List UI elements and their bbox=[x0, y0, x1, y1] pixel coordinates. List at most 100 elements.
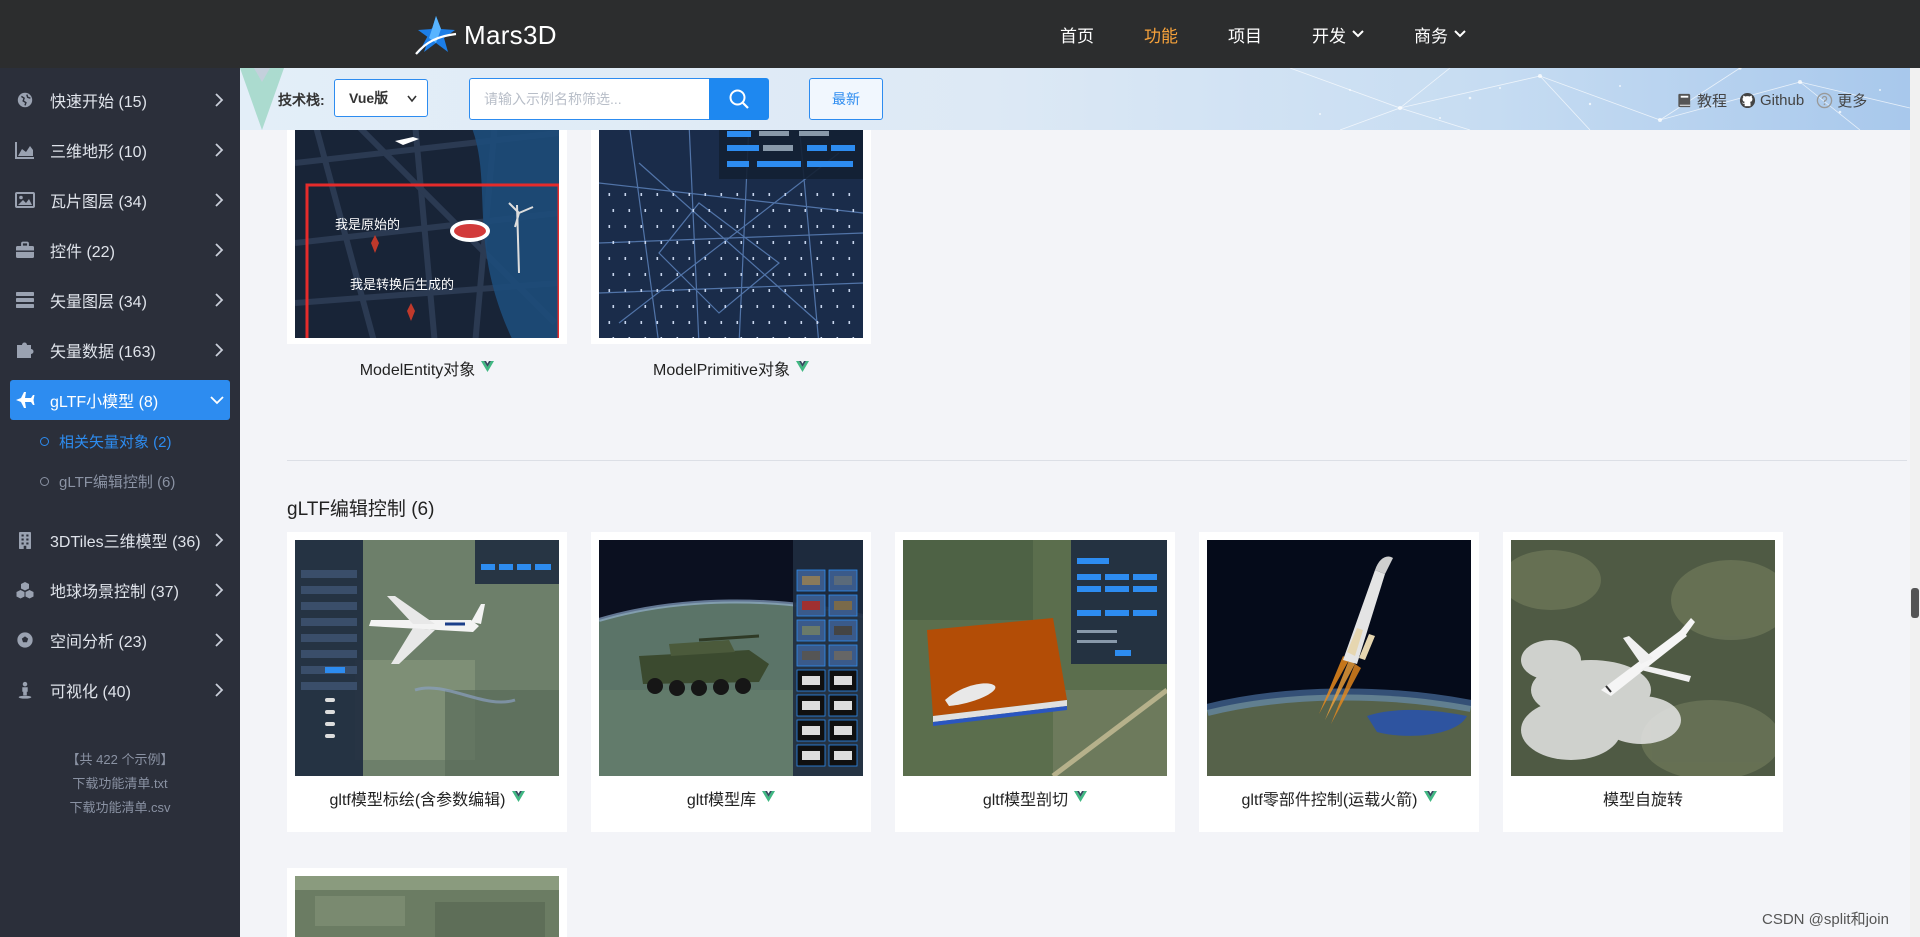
caption-text: gltf模型剖切 bbox=[982, 792, 1069, 809]
example-caption: 模型自旋转 bbox=[1503, 786, 1783, 810]
sidebar-subitem-gltf-edit-control[interactable]: gLTF编辑控制 (6) bbox=[40, 466, 175, 496]
nav-label: 开发 bbox=[1312, 26, 1346, 46]
street-view-icon bbox=[18, 681, 32, 699]
chevron-right-icon bbox=[215, 633, 224, 647]
sidebar-item-controls[interactable]: 控件 (22) bbox=[10, 230, 230, 270]
gltf-clipping-preview bbox=[903, 540, 1167, 776]
tech-stack-label: 技术栈: bbox=[278, 92, 325, 108]
soccer-ball-icon bbox=[17, 632, 33, 648]
example-thumbnail bbox=[295, 876, 559, 937]
scrollbar-thumb[interactable] bbox=[1911, 588, 1919, 618]
chevron-right-icon bbox=[215, 243, 224, 257]
scrollbar-track[interactable] bbox=[1910, 68, 1920, 937]
gltf-rocket-preview bbox=[1207, 540, 1471, 776]
example-card-gltf-plot[interactable]: gltf模型标绘(含参数编辑) bbox=[287, 532, 567, 832]
nav-home[interactable]: 首页 bbox=[1060, 22, 1094, 47]
help-circle-icon bbox=[1816, 92, 1833, 109]
chevron-down-icon bbox=[407, 95, 417, 103]
nav-business[interactable]: 商务 bbox=[1414, 22, 1466, 47]
nav-features[interactable]: 功能 bbox=[1144, 22, 1178, 47]
vue-badge-icon bbox=[481, 360, 495, 372]
sidebar-item-label: 矢量数据 (163) bbox=[50, 344, 156, 361]
watermark: CSDN @split和join bbox=[1762, 911, 1889, 928]
brand-logo[interactable]: Mars3D bbox=[412, 14, 557, 56]
nav-projects[interactable]: 项目 bbox=[1228, 22, 1262, 47]
vue-badge-icon bbox=[511, 790, 525, 802]
chevron-right-icon bbox=[215, 143, 224, 157]
sidebar-item-label: 可视化 (40) bbox=[50, 684, 131, 701]
tutorial-link[interactable]: 教程 bbox=[1676, 90, 1727, 111]
model-primitive-preview bbox=[599, 130, 863, 338]
vue-badge-icon bbox=[1423, 790, 1437, 802]
download-txt-link[interactable]: 下载功能清单.txt bbox=[0, 772, 240, 796]
chevron-right-icon bbox=[215, 343, 224, 357]
example-thumbnail: 我是原始的 我是转换后生成的 bbox=[295, 130, 559, 338]
sidebar-item-quick-start[interactable]: 快速开始 (15) bbox=[10, 80, 230, 120]
examples-content: 我是原始的 我是转换后生成的 ModelEntity对象 ModelPrimit… bbox=[240, 130, 1910, 937]
gltf-plot-preview bbox=[295, 540, 559, 776]
vue-badge-icon bbox=[795, 360, 809, 372]
sidebar-item-scene-control[interactable]: 地球场景控制 (37) bbox=[10, 570, 230, 610]
bullet-icon bbox=[40, 476, 49, 486]
overlay-text-original: 我是原始的 bbox=[335, 217, 400, 233]
example-thumbnail bbox=[1207, 540, 1471, 776]
caption-text: gltf模型标绘(含参数编辑) bbox=[329, 792, 506, 809]
download-csv-link[interactable]: 下载功能清单.csv bbox=[0, 796, 240, 820]
section-title: gLTF编辑控制 (6) bbox=[287, 499, 435, 520]
link-label: Github bbox=[1760, 92, 1805, 109]
github-link[interactable]: Github bbox=[1739, 92, 1804, 109]
example-caption: ModelEntity对象 bbox=[287, 356, 567, 380]
nav-develop[interactable]: 开发 bbox=[1312, 22, 1364, 47]
example-thumbnail bbox=[1511, 540, 1775, 776]
sidebar-item-tile-layers[interactable]: 瓦片图层 (34) bbox=[10, 180, 230, 220]
newest-button[interactable]: 最新 bbox=[809, 78, 883, 120]
example-caption: gltf零部件控制(运载火箭) bbox=[1199, 786, 1479, 810]
search-input[interactable] bbox=[484, 79, 712, 119]
globe-icon bbox=[17, 92, 33, 108]
sidebar-item-3dtiles[interactable]: 3DTiles三维模型 (36) bbox=[10, 520, 230, 560]
vue-badge-icon bbox=[1074, 790, 1088, 802]
example-thumbnail bbox=[599, 540, 863, 776]
sidebar-item-label: 快速开始 (15) bbox=[50, 94, 147, 111]
nav-label: 商务 bbox=[1414, 26, 1448, 46]
example-thumbnail bbox=[295, 540, 559, 776]
example-card-gltf-clipping[interactable]: gltf模型剖切 bbox=[895, 532, 1175, 832]
sidebar-subitem-label: gLTF编辑控制 (6) bbox=[59, 473, 176, 491]
sidebar-item-gltf-models[interactable]: gLTF小模型 (8) bbox=[10, 380, 230, 420]
sidebar-item-label: 三维地形 (10) bbox=[50, 144, 147, 161]
sidebar-item-vector-layers[interactable]: 矢量图层 (34) bbox=[10, 280, 230, 320]
example-card-model-primitive[interactable]: ModelPrimitive对象 bbox=[591, 130, 871, 379]
caption-text: ModelEntity对象 bbox=[359, 362, 476, 379]
search-icon bbox=[729, 89, 749, 109]
example-card-gltf-rocket[interactable]: gltf零部件控制(运载火箭) bbox=[1199, 532, 1479, 832]
sidebar-item-vector-data[interactable]: 矢量数据 (163) bbox=[10, 330, 230, 370]
vue-badge-icon bbox=[762, 790, 776, 802]
search-button[interactable] bbox=[709, 78, 769, 120]
sidebar-item-spatial-analysis[interactable]: 空间分析 (23) bbox=[10, 620, 230, 660]
main-nav: 首页 功能 项目 开发 商务 bbox=[1060, 0, 1516, 68]
link-label: 更多 bbox=[1837, 93, 1868, 110]
briefcase-icon bbox=[16, 241, 34, 258]
sidebar-subitem-label: 相关矢量对象 (2) bbox=[59, 433, 172, 451]
sidebar: 快速开始 (15) 三维地形 (10) 瓦片图层 (34) 控件 (22) 矢量… bbox=[0, 68, 240, 937]
more-link[interactable]: 更多 bbox=[1816, 90, 1867, 111]
example-card-model-entity[interactable]: 我是原始的 我是转换后生成的 ModelEntity对象 bbox=[287, 130, 567, 379]
example-card-gltf-library[interactable]: gltf模型库 bbox=[591, 532, 871, 832]
server-icon bbox=[16, 292, 34, 308]
example-count: 【共 422 个示例】 bbox=[66, 752, 174, 767]
chevron-right-icon bbox=[215, 193, 224, 207]
caption-text: gltf模型库 bbox=[686, 792, 757, 809]
tech-stack-select[interactable]: Vue版 bbox=[334, 79, 428, 117]
brand-name: Mars3D bbox=[464, 19, 557, 50]
sidebar-item-label: 地球场景控制 (37) bbox=[50, 584, 179, 601]
sidebar-item-label: 3DTiles三维模型 (36) bbox=[50, 534, 201, 551]
sidebar-subitem-related-vector-objects[interactable]: 相关矢量对象 (2) bbox=[40, 426, 172, 456]
sidebar-item-label: gLTF小模型 (8) bbox=[50, 394, 159, 411]
sidebar-item-label: 空间分析 (23) bbox=[50, 634, 147, 651]
example-card-model-spin[interactable]: 模型自旋转 bbox=[1503, 532, 1783, 832]
sidebar-item-label: 瓦片图层 (34) bbox=[50, 194, 147, 211]
sidebar-item-visualization[interactable]: 可视化 (40) bbox=[10, 670, 230, 710]
sidebar-item-terrain[interactable]: 三维地形 (10) bbox=[10, 130, 230, 170]
chevron-right-icon bbox=[215, 293, 224, 307]
example-card-next[interactable] bbox=[287, 868, 567, 937]
